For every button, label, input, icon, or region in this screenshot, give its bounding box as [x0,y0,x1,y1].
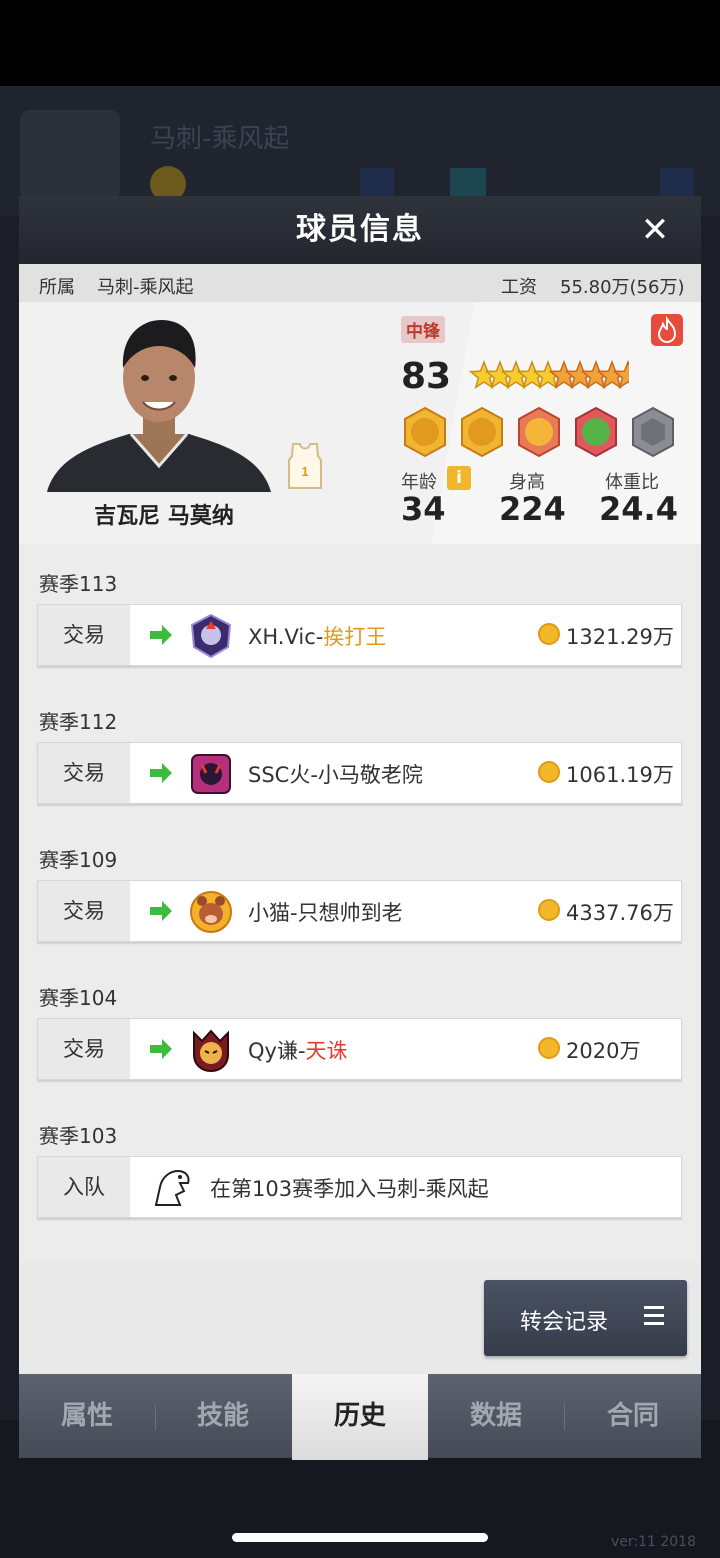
player-name: 吉瓦尼 马莫纳 [94,504,234,529]
skill-badge-locked-icon [632,406,674,458]
info-icon[interactable]: i [447,466,471,490]
team-logo-icon [190,891,232,933]
skill-badge-icon [404,406,446,458]
season-label: 赛季104 [39,986,118,1010]
team-logo-icon [190,613,232,659]
history-type: 交易 [38,605,130,665]
history-row: 入队 在第103赛季加入马刺-乘风起 [37,1156,682,1218]
coin-icon [538,623,560,645]
team-name[interactable]: 小猫-只想帅到老 [248,897,403,927]
join-description: 在第103赛季加入马刺-乘风起 [210,1177,489,1201]
background-add-icon [360,168,394,198]
fire-icon[interactable] [651,314,683,346]
tab-data[interactable]: 数据 [428,1374,564,1458]
close-button[interactable]: ✕ [635,210,675,250]
season-label: 赛季109 [39,848,118,872]
history-row[interactable]: 交易 Qy谦-天诛 2020万 [37,1018,682,1080]
team-name[interactable]: SSC火-小马敬老院 [248,759,423,789]
arrow-right-icon [150,763,172,783]
transfer-record-label: 转会记录 [520,1310,609,1335]
history-list: 赛季113 交易 XH.Vic-挨打王 1321.29万 赛季112 交易 SS… [19,544,701,1262]
spurs-logo-icon [154,1169,190,1206]
player-info-modal: 球员信息 ✕ 所属 马刺-乘风起 工资 55.80万(56万) 1 吉瓦尼 马莫… [19,196,701,1460]
history-type: 交易 [38,1019,130,1079]
history-type: 入队 [38,1157,130,1217]
transfer-fee: 2020万 [566,1039,641,1063]
team-logo-icon [191,754,231,794]
player-card: 1 吉瓦尼 马莫纳 中锋 83 年龄 i 身高 体重比 34 224 24.4 [19,302,701,544]
team-name[interactable]: Qy谦-天诛 [248,1035,348,1065]
menu-icon [644,1306,664,1326]
age-value: 34 [401,490,446,528]
star-rating [469,360,629,389]
coin-icon [538,1037,560,1059]
coin-icon [538,761,560,783]
team-name: 马刺-乘风起 [97,277,194,298]
player-portrait [47,320,271,492]
transfer-fee: 1321.29万 [566,625,674,649]
tab-history[interactable]: 历史 [292,1374,428,1460]
transfer-fee: 4337.76万 [566,901,674,925]
skill-badge-icon [518,406,560,458]
version-label: ver:11 2018 [610,1534,696,1550]
background-team-logo [20,110,120,200]
skill-badge-icon [575,406,617,458]
coin-icon [538,899,560,921]
background-add-icon [660,168,694,198]
season-label: 赛季112 [39,710,118,734]
history-type: 交易 [38,881,130,941]
team-label: 所属 [39,277,75,298]
info-bar: 所属 马刺-乘风起 工资 55.80万(56万) [19,264,701,302]
height-value: 224 [499,490,566,528]
background-gem-icon [450,168,486,198]
tab-bar: 属性 技能 历史 数据 合同 [19,1374,701,1460]
team-logo-icon [193,1029,229,1073]
season-label: 赛季113 [39,572,118,596]
arrow-right-icon [150,901,172,921]
modal-header: 球员信息 ✕ [19,196,701,264]
arrow-right-icon [150,625,172,645]
team-name[interactable]: XH.Vic-挨打王 [248,621,386,651]
history-row[interactable]: 交易 XH.Vic-挨打王 1321.29万 [37,604,682,666]
home-indicator[interactable] [232,1533,488,1542]
transfer-record-button[interactable]: 转会记录 [484,1280,687,1356]
jersey-icon: 1 [288,443,322,489]
background-team-name: 马刺-乘风起 [150,124,290,154]
history-type: 交易 [38,743,130,803]
salary-value: 55.80万(56万) [560,277,685,298]
tab-contract[interactable]: 合同 [565,1374,701,1458]
season-label: 赛季103 [39,1124,118,1148]
player-rating: 83 [401,356,452,397]
weight-ratio-value: 24.4 [599,490,678,528]
history-row[interactable]: 交易 小猫-只想帅到老 4337.76万 [37,880,682,942]
jersey-number: 1 [301,464,308,479]
skill-badge-icon [461,406,503,458]
transfer-fee: 1061.19万 [566,763,674,787]
arrow-right-icon [150,1039,172,1059]
position-badge: 中锋 [401,316,445,343]
skill-badges [404,406,674,458]
modal-title: 球员信息 [296,212,424,247]
history-row[interactable]: 交易 SSC火-小马敬老院 1061.19万 [37,742,682,804]
tab-attributes[interactable]: 属性 [19,1374,155,1458]
tab-skills[interactable]: 技能 [155,1374,291,1458]
salary-label: 工资 [501,277,537,298]
